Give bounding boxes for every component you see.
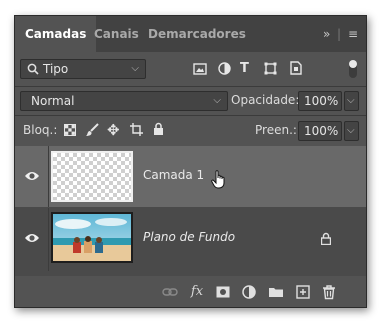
fill-label: Preen.: xyxy=(255,123,297,137)
lock-image-pixels-icon[interactable] xyxy=(86,123,99,137)
chevron-down-icon: ⌵ xyxy=(131,63,139,74)
layer-name[interactable]: Camada 1 xyxy=(143,168,204,182)
lock-position-icon[interactable]: ✥ xyxy=(107,121,120,139)
visibility-toggle[interactable] xyxy=(15,146,49,207)
collapse-icon[interactable]: » xyxy=(323,16,330,52)
panel-tab-bar: Camadas Canais Demarcadores » | ≡ xyxy=(15,16,366,52)
tab-layers[interactable]: Camadas xyxy=(15,16,97,52)
chevron-down-icon: ⌵ xyxy=(213,95,221,106)
filter-type-icon[interactable]: T xyxy=(240,61,249,76)
trash-icon[interactable] xyxy=(321,284,337,300)
divider: | xyxy=(337,27,342,41)
filter-toggle-switch[interactable] xyxy=(349,60,357,78)
folder-icon[interactable] xyxy=(268,284,284,300)
eye-icon xyxy=(25,172,39,180)
panel-menu-icon[interactable]: ≡ xyxy=(348,16,358,52)
layer-row[interactable]: Plano de Fundo xyxy=(15,208,366,271)
filter-kind-select[interactable]: Tipo ⌵ xyxy=(20,59,146,79)
fx-icon[interactable]: fx xyxy=(189,284,205,300)
mask-icon[interactable] xyxy=(215,284,231,300)
fill-input[interactable]: 100% xyxy=(298,121,342,141)
beach-photo-thumbnail xyxy=(53,214,131,261)
lock-all-icon[interactable] xyxy=(153,122,164,136)
blend-mode-select[interactable]: Normal ⌵ xyxy=(20,91,228,111)
lock-artboard-icon[interactable] xyxy=(130,123,143,136)
layer-thumbnail xyxy=(51,151,133,202)
filter-row: Tipo ⌵ T xyxy=(15,52,366,86)
layers-panel: Camadas Canais Demarcadores » | ≡ Tipo ⌵… xyxy=(14,15,367,308)
filter-shape-icon[interactable] xyxy=(264,62,277,75)
opacity-label: Opacidade: xyxy=(231,93,300,107)
filter-pixel-icon[interactable] xyxy=(193,63,207,75)
lock-transparent-pixels-icon[interactable] xyxy=(64,124,76,136)
search-icon xyxy=(27,63,39,75)
chevron-down-icon: ⌵ xyxy=(347,95,355,106)
fill-dropdown[interactable]: ⌵ xyxy=(344,121,359,141)
opacity-input[interactable]: 100% xyxy=(298,91,342,111)
filter-smart-object-icon[interactable] xyxy=(290,61,302,75)
blend-row: Normal ⌵ Opacidade: 100% ⌵ xyxy=(15,87,366,115)
tab-paths[interactable]: Demarcadores xyxy=(148,16,246,52)
lock-row: Bloq.: ✥ Preen.: 100% ⌵ xyxy=(15,116,366,145)
eye-icon xyxy=(25,234,39,242)
layers-list: Camada 1 Plano de Fundo xyxy=(15,146,366,276)
layer-row[interactable]: Camada 1 xyxy=(15,146,366,207)
layers-footer: fx xyxy=(15,276,366,307)
filter-adjustment-icon[interactable] xyxy=(218,62,231,75)
chevron-down-icon: ⌵ xyxy=(347,125,355,136)
tab-channels[interactable]: Canais xyxy=(94,16,139,52)
new-layer-icon[interactable] xyxy=(295,284,311,300)
hand-cursor-icon xyxy=(211,170,225,189)
layer-name[interactable]: Plano de Fundo xyxy=(143,230,235,244)
blend-mode-value: Normal xyxy=(31,94,75,108)
layer-thumbnail-beach-photo xyxy=(51,212,133,263)
filter-kind-value: Tipo xyxy=(43,62,69,76)
link-icon[interactable] xyxy=(162,284,178,300)
layer-lock-icon xyxy=(321,232,331,245)
lock-label: Bloq.: xyxy=(23,123,58,137)
adjustment-icon[interactable] xyxy=(241,284,257,300)
opacity-dropdown[interactable]: ⌵ xyxy=(344,91,359,111)
visibility-toggle[interactable] xyxy=(15,208,49,271)
